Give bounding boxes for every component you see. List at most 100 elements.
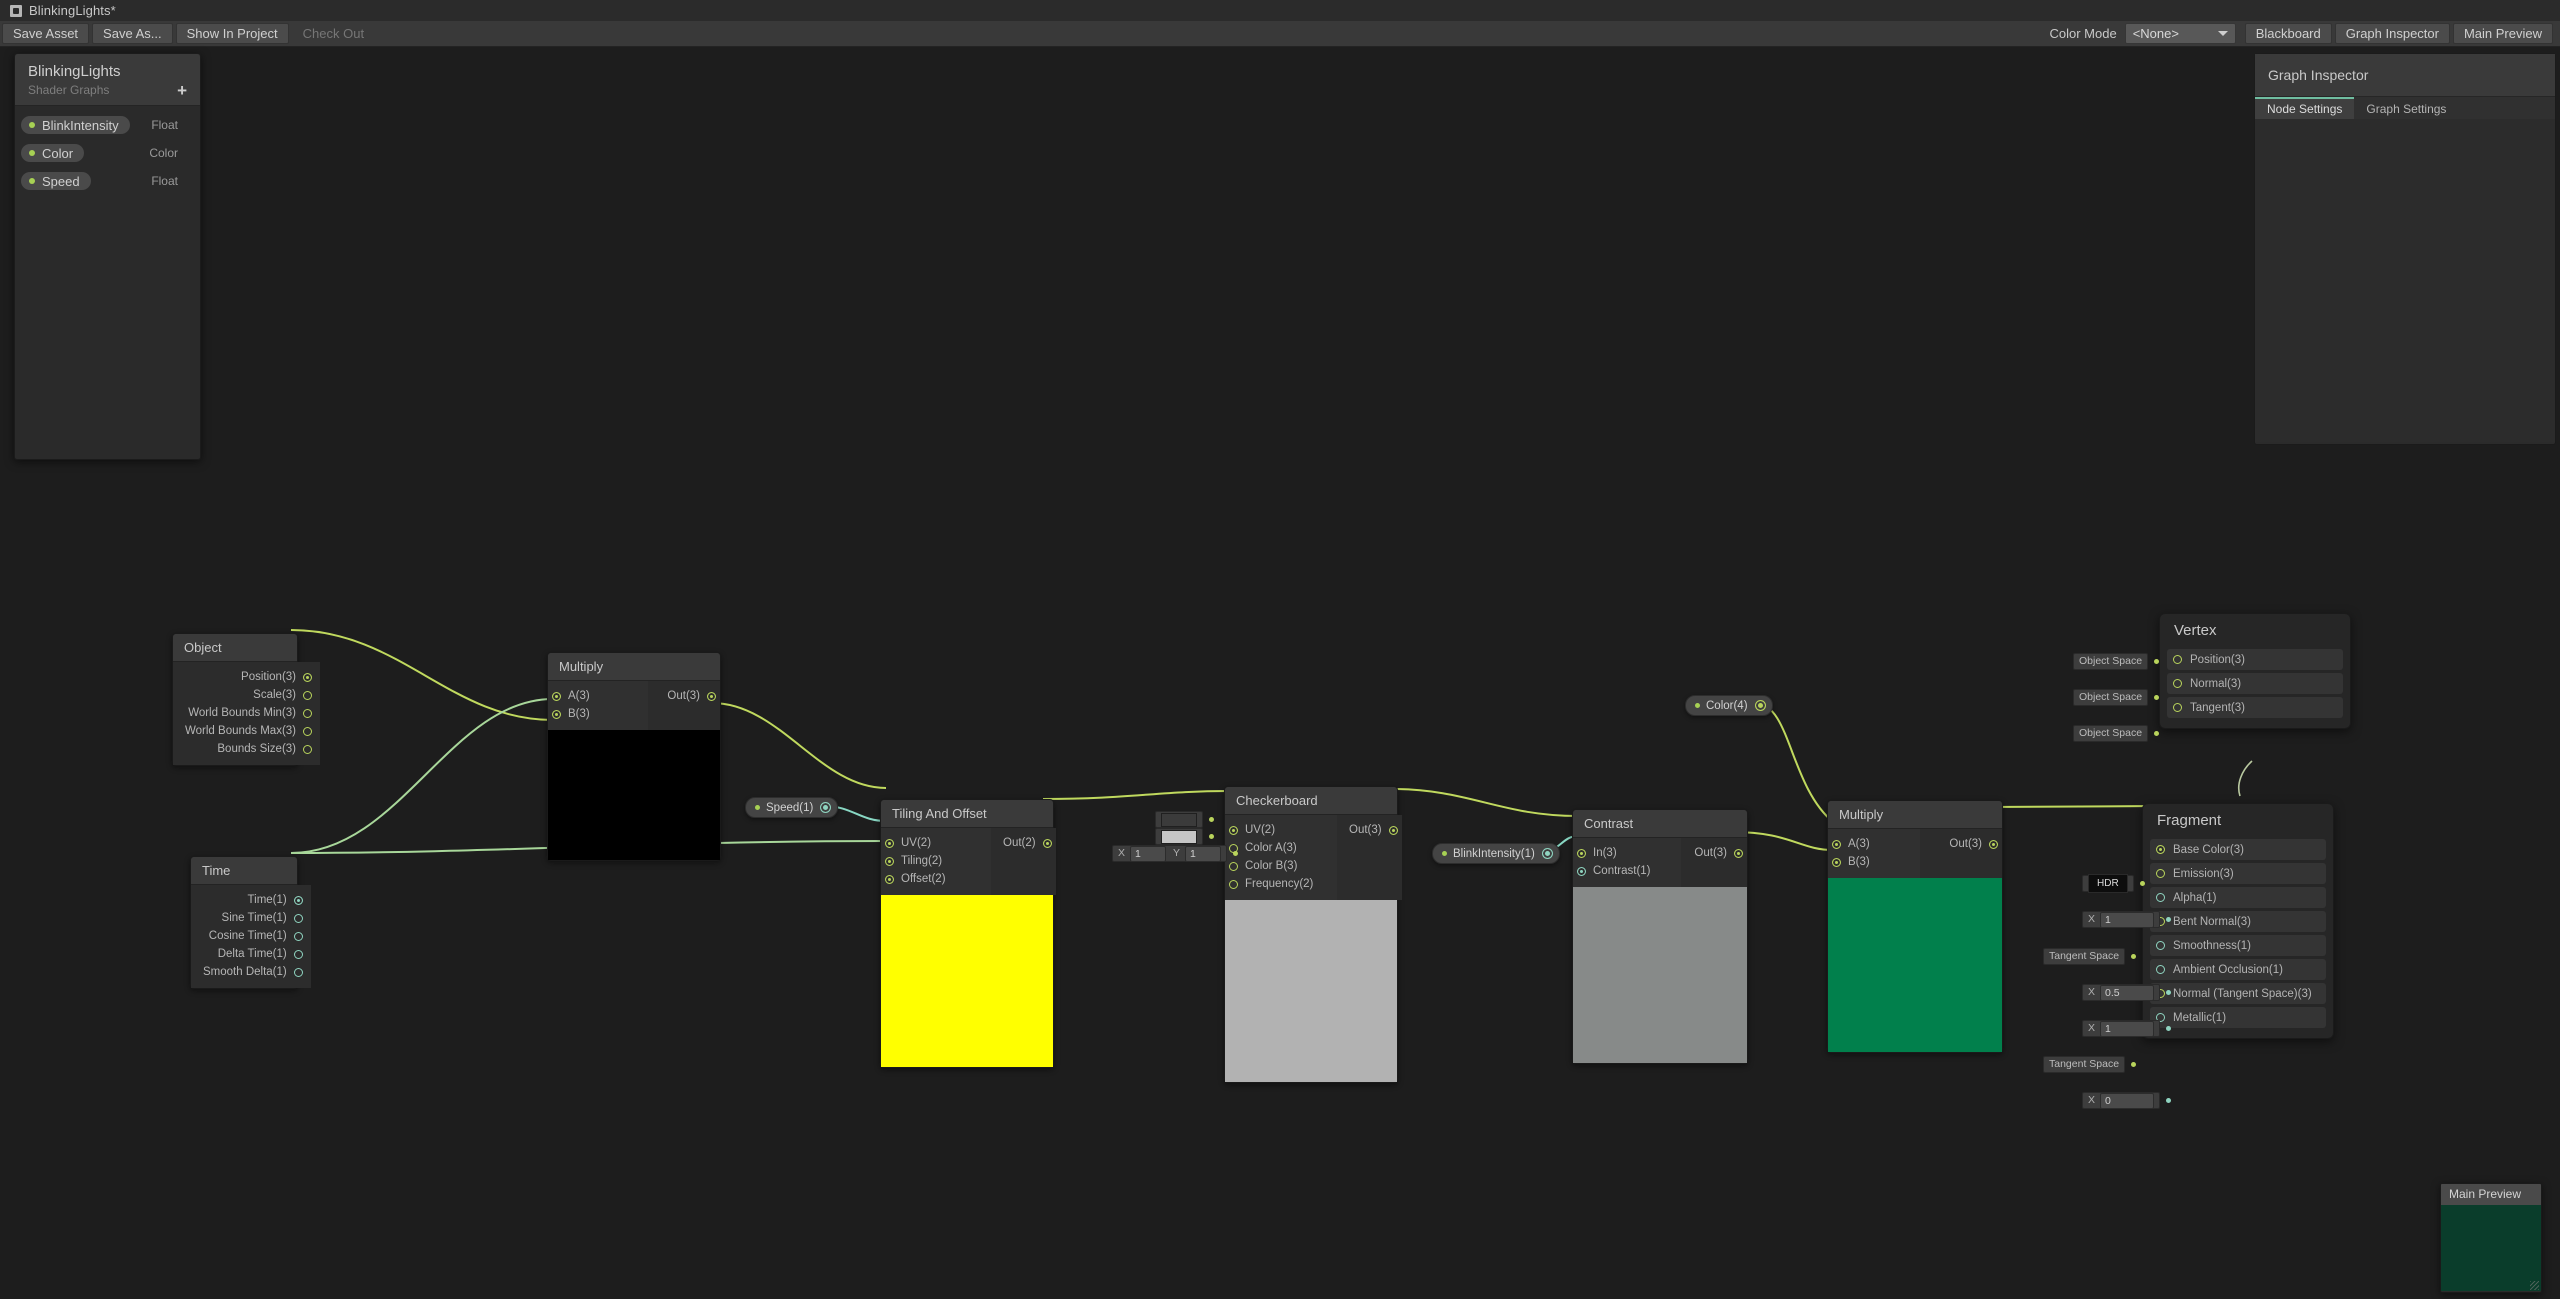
- port-slot-icon[interactable]: [303, 690, 312, 700]
- space-dropdown[interactable]: Object Space: [2073, 653, 2149, 670]
- frequency-x-input[interactable]: 1: [1130, 845, 1167, 862]
- node-contrast[interactable]: Contrast In(3) Contrast(1) Out(3): [1572, 809, 1748, 1064]
- port-slot-icon[interactable]: [552, 709, 561, 719]
- color-swatch[interactable]: [1161, 829, 1197, 844]
- fragment-block-smoothness[interactable]: Smoothness(1): [2150, 935, 2326, 956]
- port-slot-icon[interactable]: [1832, 857, 1841, 867]
- port-uv[interactable]: UV(2): [885, 835, 979, 851]
- port-slot-icon[interactable]: [2173, 655, 2182, 664]
- port-slot-icon[interactable]: [293, 931, 303, 941]
- port-world-bounds-min[interactable]: World Bounds Min(3): [185, 705, 312, 721]
- blackboard-toggle-button[interactable]: Blackboard: [2244, 23, 2332, 44]
- alpha-value-widget[interactable]: X 1: [2082, 911, 2172, 928]
- main-preview-window[interactable]: Main Preview: [2440, 1183, 2542, 1293]
- port-frequency[interactable]: Frequency(2): [1229, 876, 1325, 892]
- port-out[interactable]: Out(3): [1693, 845, 1743, 861]
- port-slot-icon[interactable]: [885, 838, 894, 848]
- port-slot-icon[interactable]: [1577, 848, 1586, 858]
- port-scale[interactable]: Scale(3): [185, 687, 312, 703]
- alpha-input[interactable]: 1: [2100, 911, 2155, 928]
- node-vertex-context[interactable]: Vertex Position(3) Normal(3) Tangent(3): [2159, 613, 2351, 729]
- port-slot-icon[interactable]: [303, 708, 312, 718]
- graph-canvas[interactable]: Object Position(3) Scale(3) World Bounds…: [0, 46, 2560, 1299]
- port-cosine-time[interactable]: Cosine Time(1): [203, 928, 303, 944]
- port-slot-icon[interactable]: [293, 949, 303, 959]
- port-slot-icon[interactable]: [1541, 848, 1553, 859]
- port-slot-icon[interactable]: [293, 895, 303, 905]
- graph-inspector-panel[interactable]: Graph Inspector Node Settings Graph Sett…: [2254, 53, 2556, 445]
- port-offset[interactable]: Offset(2): [885, 871, 979, 887]
- frequency-y-input[interactable]: 1: [1185, 845, 1222, 862]
- port-sine-time[interactable]: Sine Time(1): [203, 910, 303, 926]
- metallic-input[interactable]: 0: [2100, 1092, 2155, 1109]
- save-asset-button[interactable]: Save Asset: [2, 23, 90, 44]
- blackboard-item-blinkintensity[interactable]: BlinkIntensity Float: [21, 114, 194, 136]
- fragment-block-alpha[interactable]: Alpha(1): [2150, 887, 2326, 908]
- tab-graph-settings[interactable]: Graph Settings: [2354, 97, 2458, 119]
- space-dropdown[interactable]: Tangent Space: [2043, 1056, 2126, 1073]
- port-slot-icon[interactable]: [1229, 861, 1238, 871]
- port-a[interactable]: A(3): [1832, 836, 1908, 852]
- ambient-occlusion-value-widget[interactable]: X 1: [2082, 1020, 2172, 1037]
- smoothness-field[interactable]: X 0.5: [2082, 984, 2161, 1001]
- node-preview-multiply-2[interactable]: [1828, 878, 2002, 1052]
- port-time[interactable]: Time(1): [203, 892, 303, 908]
- fragment-block-metallic[interactable]: Metallic(1): [2150, 1007, 2326, 1028]
- port-smooth-delta[interactable]: Smooth Delta(1): [203, 964, 303, 980]
- fragment-block-base-color[interactable]: Base Color(3): [2150, 839, 2326, 860]
- show-in-project-button[interactable]: Show In Project: [175, 23, 289, 44]
- blackboard-item-color[interactable]: Color Color: [21, 142, 194, 164]
- color-a-swatch-box[interactable]: [1155, 811, 1203, 828]
- port-slot-icon[interactable]: [707, 691, 716, 701]
- node-preview-tiling-and-offset[interactable]: [881, 895, 1053, 1067]
- port-slot-icon[interactable]: [1754, 700, 1766, 711]
- port-slot-icon[interactable]: [820, 802, 832, 813]
- node-preview-checkerboard[interactable]: [1225, 900, 1397, 1082]
- metallic-value-widget[interactable]: X 0: [2082, 1092, 2172, 1109]
- port-slot-icon[interactable]: [1229, 879, 1238, 889]
- resize-grip-icon[interactable]: [2530, 1281, 2539, 1290]
- port-color-a[interactable]: Color A(3): [1229, 840, 1325, 856]
- port-slot-icon[interactable]: [293, 913, 303, 923]
- port-out[interactable]: Out(3): [1349, 822, 1398, 838]
- port-in[interactable]: In(3): [1577, 845, 1669, 861]
- main-preview-render[interactable]: [2441, 1205, 2541, 1291]
- port-tiling[interactable]: Tiling(2): [885, 853, 979, 869]
- port-slot-icon[interactable]: [2173, 679, 2182, 688]
- main-preview-toggle-button[interactable]: Main Preview: [2452, 23, 2553, 44]
- port-out[interactable]: Out(2): [1003, 835, 1052, 851]
- node-tiling-and-offset[interactable]: Tiling And Offset UV(2) Tiling(2) Offset…: [880, 799, 1056, 1068]
- port-bounds-size[interactable]: Bounds Size(3): [185, 741, 312, 757]
- port-slot-icon[interactable]: [2156, 965, 2165, 974]
- node-object[interactable]: Object Position(3) Scale(3) World Bounds…: [172, 633, 320, 766]
- port-slot-icon[interactable]: [2173, 703, 2182, 712]
- color-b-swatch-widget[interactable]: [1155, 828, 1214, 845]
- port-uv[interactable]: UV(2): [1229, 822, 1325, 838]
- vertex-tangent-space-widget[interactable]: Object Space: [2073, 725, 2160, 742]
- port-slot-icon[interactable]: [1388, 825, 1398, 835]
- smoothness-value-widget[interactable]: X 0.5: [2082, 984, 2172, 1001]
- port-slot-icon[interactable]: [885, 874, 894, 884]
- normal-tangent-space-widget[interactable]: Tangent Space: [2043, 1056, 2137, 1073]
- port-a[interactable]: A(3): [552, 688, 636, 704]
- token-speed[interactable]: Speed(1): [745, 797, 839, 818]
- space-dropdown[interactable]: Object Space: [2073, 689, 2149, 706]
- node-time[interactable]: Time Time(1) Sine Time(1) Cosine Time(1): [190, 856, 311, 989]
- property-pill[interactable]: BlinkIntensity: [21, 116, 130, 134]
- node-multiply-2[interactable]: Multiply A(3) B(3) Out(3): [1827, 800, 2003, 1053]
- node-checkerboard[interactable]: Checkerboard UV(2) Color A(3) Color B(3): [1224, 786, 1402, 1083]
- port-slot-icon[interactable]: [1042, 838, 1052, 848]
- node-preview-contrast[interactable]: [1573, 887, 1747, 1063]
- port-out[interactable]: Out(3): [1932, 836, 1998, 852]
- tab-node-settings[interactable]: Node Settings: [2255, 97, 2355, 119]
- port-slot-icon[interactable]: [2156, 941, 2165, 950]
- node-preview-multiply-1[interactable]: [548, 730, 720, 860]
- smoothness-input[interactable]: 0.5: [2100, 984, 2155, 1001]
- port-color-b[interactable]: Color B(3): [1229, 858, 1325, 874]
- metallic-field[interactable]: X 0: [2082, 1092, 2161, 1109]
- color-mode-dropdown[interactable]: <None>: [2124, 23, 2236, 44]
- ambient-occlusion-field[interactable]: X 1: [2082, 1020, 2161, 1037]
- save-as-button[interactable]: Save As...: [92, 23, 173, 44]
- add-property-button[interactable]: +: [177, 82, 187, 99]
- port-slot-icon[interactable]: [552, 691, 561, 701]
